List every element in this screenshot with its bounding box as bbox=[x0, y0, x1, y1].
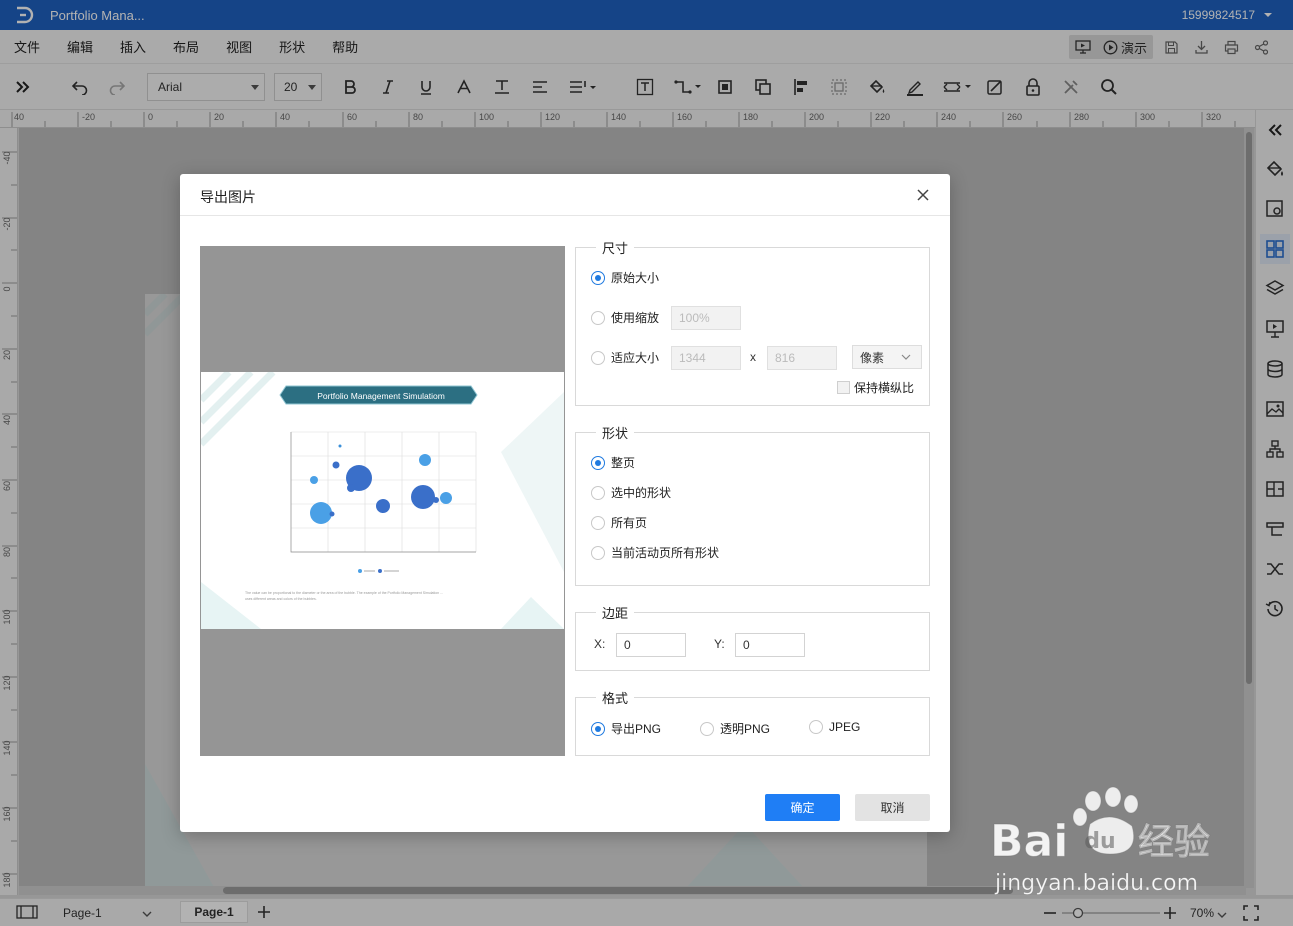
chevron-down-icon bbox=[901, 354, 911, 360]
svg-text:du: du bbox=[1084, 829, 1115, 854]
whole-page-option[interactable]: 整页 bbox=[591, 454, 635, 471]
height-input[interactable]: 816 bbox=[767, 346, 837, 370]
unit-value: 像素 bbox=[860, 350, 885, 365]
radio[interactable] bbox=[591, 350, 605, 365]
scale-input[interactable]: 100% bbox=[671, 306, 741, 330]
radio-selected[interactable] bbox=[591, 270, 605, 285]
shape-group: 形状 bbox=[575, 423, 930, 586]
use-scale-label: 使用缩放 bbox=[611, 311, 660, 325]
watermark-brand-2: 经验 bbox=[1138, 822, 1210, 863]
close-icon bbox=[917, 189, 929, 201]
radio[interactable] bbox=[700, 721, 714, 736]
unit-select[interactable]: 像素 bbox=[852, 345, 922, 369]
jpeg-option[interactable]: JPEG bbox=[809, 720, 860, 734]
all-pages-label: 所有页 bbox=[611, 516, 648, 530]
width-input[interactable]: 1344 bbox=[671, 346, 741, 370]
times-sign: x bbox=[750, 350, 756, 364]
margin-y-label: Y: bbox=[714, 637, 725, 651]
preview-caption: The value can be proportional to the dia… bbox=[245, 591, 443, 595]
radio-selected[interactable] bbox=[591, 721, 605, 736]
radio[interactable] bbox=[591, 485, 605, 500]
margin-legend: 边距 bbox=[602, 606, 629, 621]
all-pages-option[interactable]: 所有页 bbox=[591, 514, 647, 531]
original-size-label: 原始大小 bbox=[611, 271, 660, 285]
keep-ratio-option[interactable]: 保持横纵比 bbox=[837, 379, 914, 396]
active-page-shapes-label: 当前活动页所有形状 bbox=[611, 546, 720, 560]
whole-page-label: 整页 bbox=[611, 456, 636, 470]
transparent-png-label: 透明PNG bbox=[720, 722, 771, 736]
dialog-title: 导出图片 bbox=[200, 189, 256, 205]
export-image-dialog: 导出图片 Portfolio Management Simulatiom The… bbox=[180, 174, 950, 832]
dialog-divider bbox=[180, 215, 950, 216]
size-legend: 尺寸 bbox=[602, 241, 629, 256]
transparent-png-option[interactable]: 透明PNG bbox=[700, 720, 770, 737]
active-page-shapes-option[interactable]: 当前活动页所有形状 bbox=[591, 544, 719, 561]
fit-size-label: 适应大小 bbox=[611, 351, 660, 365]
preview-banner-text: Portfolio Management Simulatiom bbox=[317, 391, 445, 401]
margin-x-label: X: bbox=[594, 637, 606, 651]
radio[interactable] bbox=[591, 310, 605, 325]
fit-size-option[interactable]: 适应大小 bbox=[591, 349, 659, 366]
selected-shapes-option[interactable]: 选中的形状 bbox=[591, 484, 671, 501]
radio[interactable] bbox=[591, 515, 605, 530]
export-preview: Portfolio Management Simulatiom The valu… bbox=[200, 246, 565, 756]
watermark-url: jingyan.baidu.com bbox=[994, 871, 1198, 896]
preview-caption-2: uses different areas and colors of the b… bbox=[245, 597, 317, 601]
baidu-watermark: Bai du 经验 jingyan.baidu.com bbox=[990, 784, 1230, 896]
shape-legend: 形状 bbox=[602, 426, 629, 441]
watermark-brand: Bai bbox=[990, 816, 1068, 867]
radio-selected[interactable] bbox=[591, 455, 605, 470]
margin-y-input[interactable]: 0 bbox=[735, 633, 805, 657]
preview-thumbnail: Portfolio Management Simulatiom The valu… bbox=[201, 372, 564, 629]
confirm-button[interactable]: 确定 bbox=[765, 794, 840, 821]
margin-x-input[interactable]: 0 bbox=[616, 633, 686, 657]
keep-ratio-checkbox[interactable] bbox=[837, 381, 850, 394]
use-scale-option[interactable]: 使用缩放 bbox=[591, 309, 659, 326]
original-size-option[interactable]: 原始大小 bbox=[591, 269, 659, 286]
export-png-label: 导出PNG bbox=[611, 722, 662, 736]
export-png-option[interactable]: 导出PNG bbox=[591, 720, 661, 737]
preview-page: Portfolio Management Simulatiom The valu… bbox=[201, 372, 564, 629]
cancel-button[interactable]: 取消 bbox=[855, 794, 930, 821]
format-legend: 格式 bbox=[602, 691, 629, 706]
radio[interactable] bbox=[591, 545, 605, 560]
selected-shapes-label: 选中的形状 bbox=[611, 486, 672, 500]
jpeg-label: JPEG bbox=[829, 720, 861, 734]
keep-ratio-label: 保持横纵比 bbox=[854, 381, 915, 395]
radio[interactable] bbox=[809, 720, 823, 734]
close-button[interactable] bbox=[914, 186, 932, 204]
